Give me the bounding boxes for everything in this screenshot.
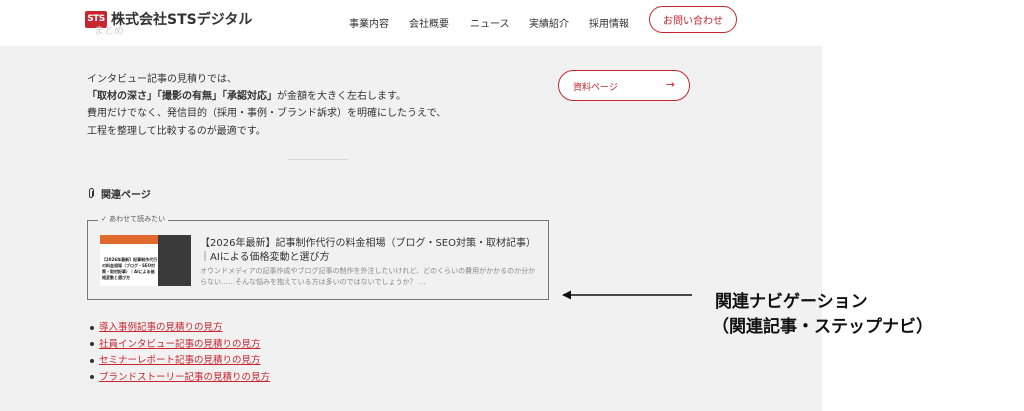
related-link-brand-story[interactable]: ブランドストーリー記事の見積りの見方 <box>99 372 270 383</box>
related-link-employee-interview[interactable]: 社員インタビュー記事の見積りの見方 <box>99 339 261 350</box>
related-pages-title: 関連ページ <box>101 190 151 201</box>
paperclip-icon <box>89 188 94 198</box>
summary-line-1: インタビュー記事の見積りでは、 <box>87 74 237 85</box>
bullet-icon <box>90 375 94 379</box>
related-link-case-study[interactable]: 導入事例記事の見積りの見方 <box>99 322 223 333</box>
article-title[interactable]: 【2026年最新】記事制作代行の料金相場（ブログ・SEO対策・取材記事）｜AIに… <box>200 237 540 265</box>
annotation-line-1: 関連ナビゲーション <box>715 292 868 312</box>
nav-item-news[interactable]: ニュース <box>470 15 510 30</box>
nav-item-company[interactable]: 会社概要 <box>409 15 449 30</box>
thumbnail-photo <box>158 235 191 286</box>
list-item: セミナーレポート記事の見積りの見方 <box>90 353 270 370</box>
list-item: 社員インタビュー記事の見積りの見方 <box>90 337 270 354</box>
divider <box>288 159 348 160</box>
annotation-line-2: （関連記事・ステップナビ） <box>712 317 933 337</box>
nav-item-recruit[interactable]: 採用情報 <box>589 15 629 30</box>
nav-item-services[interactable]: 事業内容 <box>349 15 389 30</box>
related-pages-heading: 関連ページ <box>87 186 151 201</box>
read-also-tag: ✓ あわせて読みたい <box>98 214 169 224</box>
bullet-icon <box>90 325 94 330</box>
arrow-right-icon: → <box>665 78 675 91</box>
section-heading-summary: まとめ <box>94 26 124 37</box>
list-item: 導入事例記事の見積りの見方 <box>90 320 270 337</box>
annotation-arrow-icon <box>562 290 692 300</box>
emphasis-depth: 「取材の深さ」 <box>87 91 157 102</box>
article-thumbnail[interactable]: 【2026年最新】記事制作代行の料金相場（ブログ・SEO対策・取材記事）｜AIに… <box>100 235 191 286</box>
logo-text: 株式会社STSデジタル <box>111 12 253 28</box>
list-item: ブランドストーリー記事の見積りの見方 <box>90 370 270 387</box>
contact-button-label: お問い合わせ <box>663 16 723 27</box>
thumbnail-band <box>100 235 158 244</box>
read-also-label: あわせて読みたい <box>109 215 166 223</box>
document-button-label: 資料ページ <box>573 83 618 93</box>
article-description: オウンドメディアの記事作成やブログ記事の制作を外注したいけれど、どのくらいの費用… <box>200 267 536 286</box>
summary-line-3: 費用だけでなく、発信目的（採用・事例・ブランド訴求）を明確にしたうえで、 <box>87 108 447 119</box>
related-link-seminar-report[interactable]: セミナーレポート記事の見積りの見方 <box>99 355 261 366</box>
summary-line-2: 「取材の深さ」「撮影の有無」「承認対応」が金額を大きく左右します。 <box>87 87 406 102</box>
document-page-button[interactable]: 資料ページ → <box>558 70 690 101</box>
bullet-icon <box>90 342 94 346</box>
summary-line-4: 工程を整理して比較するのが最適です。 <box>87 126 266 137</box>
summary-line-2-rest: が金額を大きく左右します。 <box>277 91 406 102</box>
thumbnail-text: 【2026年最新】記事制作代行の料金相場（ブログ・SEO対策・取材記事）｜AIに… <box>102 257 158 280</box>
contact-button[interactable]: お問い合わせ <box>649 6 737 33</box>
emphasis-photo: 「撮影の有無」 <box>157 91 222 102</box>
nav-item-works[interactable]: 実績紹介 <box>529 15 569 30</box>
related-links-list: 導入事例記事の見積りの見方 社員インタビュー記事の見積りの見方 セミナーレポート… <box>90 320 270 386</box>
emphasis-approval: 「承認対応」 <box>222 91 277 102</box>
bullet-icon <box>90 358 94 363</box>
